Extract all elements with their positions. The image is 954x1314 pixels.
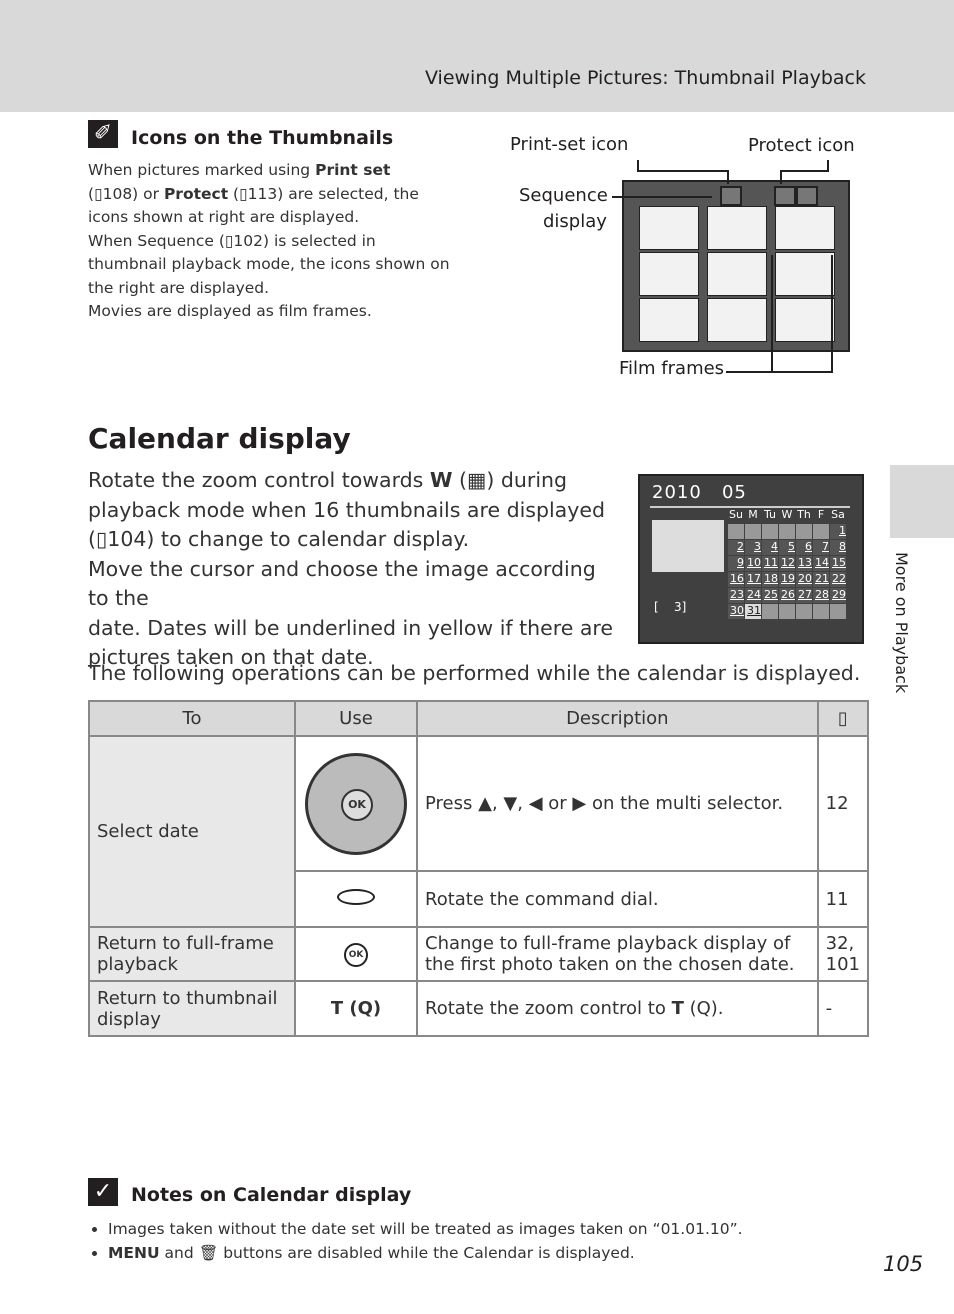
calendar-day: 20 [796, 572, 812, 587]
list-item: MENU and 🗑 buttons are disabled while th… [108, 1242, 868, 1266]
multi-selector-icon: OK [305, 752, 407, 855]
calendar-grid: Su M Tu W Th F Sa 1 2 3 4 5 6 7 8 9 10 11 12 13 14 15 16 17 18 19… [728, 508, 846, 619]
calendar-intro: Rotate the zoom control towards W (▦) du… [88, 468, 614, 669]
table-row: Select date OK Press ▲, ▼, ◀ or ▶ on the… [88, 735, 870, 928]
side-tab-label: More on Playback [892, 552, 911, 694]
calendar-screen: 2010 05 [ 3] Su M Tu W Th F Sa 1 2 3 4 5 6 7 8 9 10 11 12 1… [638, 474, 864, 644]
calendar-day: 11 [762, 556, 778, 571]
calendar-day: 2 [728, 540, 744, 555]
calendar-day: 3 [745, 540, 761, 555]
print-set-label: Print-set icon [510, 134, 629, 155]
zoom-tele-icon: T (Q) [294, 980, 418, 1037]
calendar-day: 31 [745, 604, 761, 619]
calendar-day: 4 [762, 540, 778, 555]
empty-day [813, 524, 829, 539]
film-frames-label: Film frames [619, 358, 725, 379]
calendar-day: 27 [796, 588, 812, 603]
calendar-day: 5 [779, 540, 795, 555]
magnify-icon: Q [696, 998, 711, 1019]
thumbnail-screen [622, 180, 850, 352]
weekday-label: Th [797, 508, 811, 521]
calendar-day: 22 [830, 572, 846, 587]
section-title: Calendar display [88, 422, 351, 455]
protect-icon [796, 186, 818, 206]
col-description: Description [416, 700, 819, 737]
calendar-day: 18 [762, 572, 778, 587]
calendar-day: 21 [813, 572, 829, 587]
calendar-day: 13 [796, 556, 812, 571]
operations-intro: The following operations can be performe… [88, 661, 861, 685]
list-item: Images taken without the date set will b… [108, 1218, 868, 1242]
note-title: Icons on the Thumbnails [131, 127, 394, 149]
empty-day [779, 524, 795, 539]
empty-day [779, 604, 795, 619]
col-ref-book-icon: ▯ [816, 700, 870, 737]
trash-icon: 🗑 [198, 1243, 219, 1262]
table-row: Return to thumbnail display T (Q) Rotate… [88, 980, 870, 1037]
calendar-day: 17 [745, 572, 761, 587]
calendar-day: 29 [830, 588, 846, 603]
empty-day [762, 524, 778, 539]
protect-label: Protect icon [748, 135, 855, 156]
col-to: To [88, 700, 296, 737]
empty-day [813, 604, 829, 619]
weekday-label: F [817, 508, 825, 521]
notes-list: Images taken without the date set will b… [88, 1218, 868, 1265]
book-icon: ▯ [94, 184, 103, 203]
empty-day [728, 524, 744, 539]
calendar-day: 24 [745, 588, 761, 603]
table-row: Return to full-frame playback OK Change … [88, 926, 870, 982]
book-icon: ▯ [239, 184, 248, 203]
calendar-day: 28 [813, 588, 829, 603]
weekday-label: M [748, 508, 758, 521]
empty-day [796, 524, 812, 539]
empty-day [796, 604, 812, 619]
weekday-label: W [781, 508, 793, 521]
empty-day [762, 604, 778, 619]
note-body: When pictures marked using Print set (▯1… [88, 161, 450, 320]
calendar-day: 15 [830, 556, 846, 571]
calendar-day: 14 [813, 556, 829, 571]
book-icon: ▯ [96, 527, 108, 551]
note-icon: ✐ [88, 120, 118, 148]
calendar-day: 25 [762, 588, 778, 603]
header-title: Viewing Multiple Pictures: Thumbnail Pla… [424, 67, 866, 89]
calendar-day: 26 [779, 588, 795, 603]
weekday-label: Su [729, 508, 743, 521]
calendar-day: 30 [728, 604, 744, 619]
calendar-preview-image [652, 520, 724, 572]
command-dial-icon [337, 888, 375, 905]
menu-button-icon: MENU [108, 1243, 160, 1262]
empty-day [745, 524, 761, 539]
page-header [0, 0, 954, 112]
sequence-label-2: display [543, 211, 607, 232]
notes-title: Notes on Calendar display [131, 1184, 412, 1206]
calendar-day: 7 [813, 540, 829, 555]
calendar-day: 1 [830, 524, 846, 539]
print-set-icon [774, 186, 796, 206]
weekday-label: Sa [831, 508, 845, 521]
col-use: Use [294, 700, 418, 737]
thumbnail-icon: ▦ [467, 468, 487, 492]
calendar-day: 9 [728, 556, 744, 571]
operations-table: To Use Description ▯ Select date OK Press ▲… [88, 700, 870, 1037]
ok-button-icon: OK [344, 943, 368, 967]
sequence-icon [720, 186, 742, 206]
page-number: 105 [883, 1252, 924, 1276]
calendar-day: 23 [728, 588, 744, 603]
calendar-day: 19 [779, 572, 795, 587]
calendar-day: 6 [796, 540, 812, 555]
calendar-day: 12 [779, 556, 795, 571]
calendar-day: 16 [728, 572, 744, 587]
side-tab [890, 465, 954, 538]
weekday-label: Tu [763, 508, 777, 521]
sequence-label: Sequence [519, 185, 608, 206]
calendar-day: 8 [830, 540, 846, 555]
checkmark-icon: ✓ [88, 1178, 118, 1206]
empty-day [830, 604, 846, 619]
calendar-day: 10 [745, 556, 761, 571]
